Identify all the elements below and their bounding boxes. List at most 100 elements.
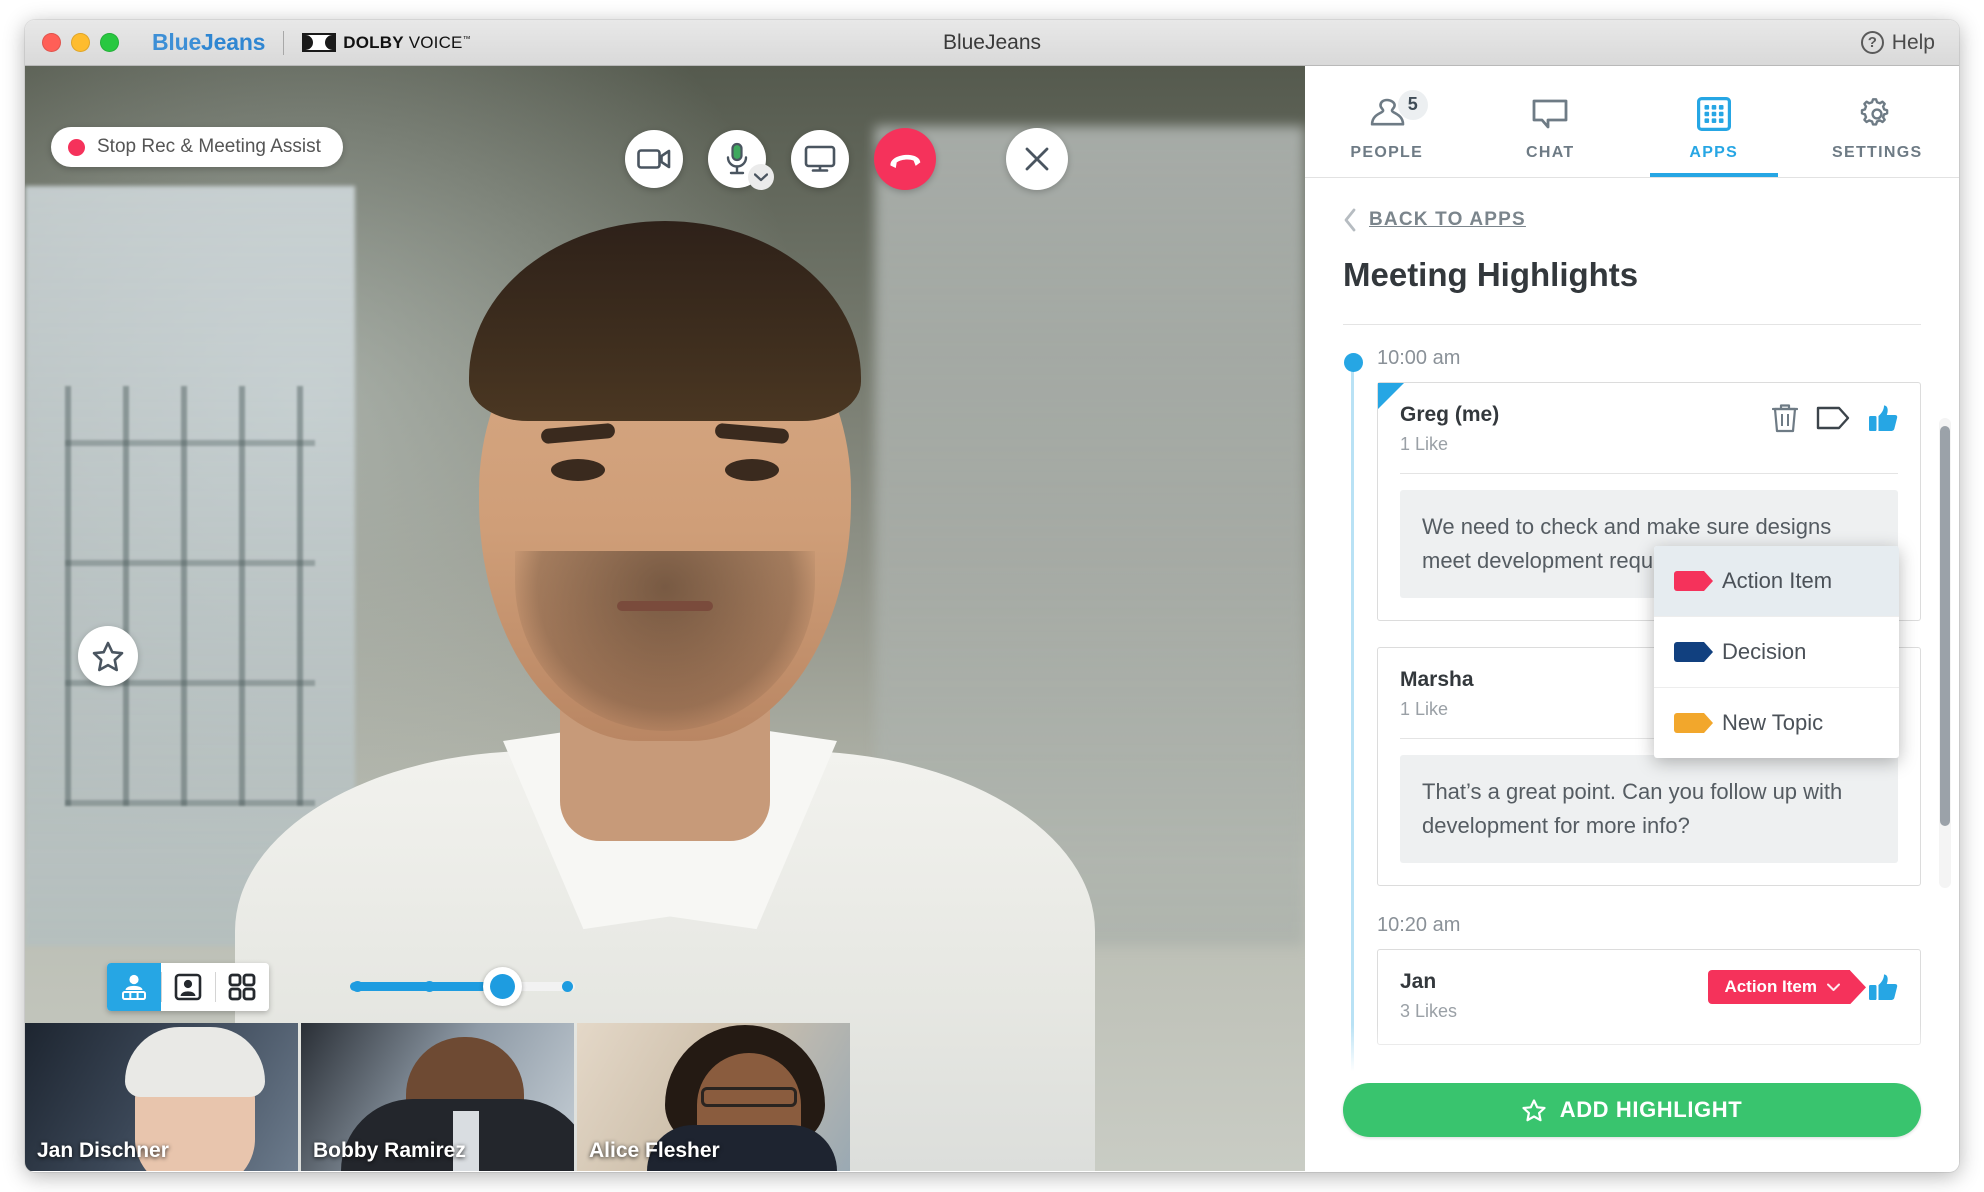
help-label: Help — [1891, 30, 1935, 54]
chevron-left-icon — [1344, 208, 1356, 232]
dolby-double-d-icon — [302, 33, 337, 52]
status-badge[interactable]: Action Item — [1708, 970, 1850, 1005]
scrollbar-thumb[interactable] — [1940, 426, 1950, 826]
tab-people[interactable]: 5 PEOPLE — [1305, 66, 1469, 177]
question-circle-icon: ? — [1860, 31, 1884, 54]
menu-item-label: New Topic — [1722, 710, 1824, 735]
grid-four-icon — [228, 973, 256, 1001]
hangup-button[interactable] — [874, 128, 936, 190]
close-panel-button[interactable] — [1006, 128, 1068, 190]
slider-tick-2[interactable] — [424, 980, 435, 992]
timeline-timestamp: 10:20 am — [1377, 914, 1461, 937]
menu-item-action-item[interactable]: Action Item — [1654, 546, 1899, 617]
back-to-apps-link[interactable]: BACK TO APPS — [1343, 208, 1921, 232]
thumbs-up-icon[interactable] — [1868, 973, 1898, 1001]
slider-thumb[interactable] — [483, 966, 522, 1006]
tag-dropdown-menu[interactable]: Action Item Decision New Topic — [1654, 546, 1899, 758]
tab-chat[interactable]: CHAT — [1469, 66, 1633, 177]
highlight-card[interactable]: Jan 3 Likes Action Item — [1377, 949, 1921, 1046]
tag-icon — [1674, 713, 1704, 733]
screen-share-button[interactable] — [791, 130, 849, 188]
people-count-badge: 5 — [1397, 89, 1428, 120]
panel-footer: ADD HIGHLIGHT — [1305, 1083, 1959, 1171]
highlight-author: Jan — [1400, 970, 1437, 994]
menu-item-new-topic[interactable]: New Topic — [1654, 688, 1899, 758]
highlight-author: Greg (me) — [1400, 403, 1500, 426]
menu-item-decision[interactable]: Decision — [1654, 617, 1899, 688]
timeline-timestamp: 10:00 am — [1377, 347, 1461, 369]
highlight-like-count: 1 Like — [1400, 699, 1449, 720]
chevron-down-icon — [754, 172, 768, 181]
monitor-icon — [804, 145, 836, 172]
video-stage[interactable]: Stop Rec & Meeting Assist Jan Dischner B… — [25, 66, 1305, 1171]
highlight-card-actions — [1772, 403, 1898, 433]
stop-recording-button[interactable]: Stop Rec & Meeting Assist — [51, 127, 343, 167]
help-button[interactable]: ? Help — [1860, 30, 1935, 55]
layout-speaker-with-filmstrip[interactable] — [107, 963, 161, 1011]
tab-apps-label: APPS — [1689, 143, 1739, 161]
stop-recording-label: Stop Rec & Meeting Assist — [97, 136, 321, 157]
panel-tab-bar: 5 PEOPLE CHAT APPS SETTINGS — [1305, 66, 1959, 178]
tab-settings[interactable]: SETTINGS — [1796, 66, 1960, 177]
window-body: Stop Rec & Meeting Assist Jan Dischner B… — [25, 66, 1959, 1171]
star-outline-icon — [1522, 1098, 1546, 1121]
maximize-window-button[interactable] — [100, 33, 119, 52]
highlight-card-actions: Action Item — [1708, 970, 1898, 1005]
brand-blue-text: Blue — [152, 29, 202, 55]
tab-people-label: PEOPLE — [1350, 143, 1424, 161]
window-titlebar: BlueJeans DOLBY VOICE™ BlueJeans ? Help — [25, 20, 1959, 66]
close-x-icon — [1025, 147, 1049, 171]
favorite-speaker-button[interactable] — [78, 626, 138, 686]
timeline-dot — [1344, 353, 1363, 372]
application-window: BlueJeans DOLBY VOICE™ BlueJeans ? Help — [25, 20, 1959, 1172]
highlight-card-header: Jan 3 Likes Action Item — [1400, 970, 1898, 1022]
gear-icon — [1859, 94, 1895, 134]
panel-header: BACK TO APPS Meeting Highlights — [1305, 178, 1959, 325]
person-icon: 5 — [1366, 89, 1428, 134]
filmstrip-tile[interactable]: Bobby Ramirez — [301, 1023, 574, 1171]
highlight-author: Marsha — [1400, 668, 1474, 692]
recording-indicator-icon — [68, 138, 85, 156]
slider-tick-4[interactable] — [562, 980, 573, 992]
brand-jeans-text: Jeans — [201, 29, 266, 55]
dolby-bold-text: DOLBY — [343, 32, 404, 52]
thumbs-up-icon[interactable] — [1868, 404, 1898, 432]
card-divider — [1400, 473, 1898, 474]
dolby-voice-text: DOLBY VOICE™ — [343, 33, 471, 53]
tab-chat-label: CHAT — [1526, 143, 1575, 161]
chat-bubble-icon — [1531, 94, 1569, 134]
slider-tick-1[interactable] — [352, 980, 363, 992]
camera-button[interactable] — [625, 130, 683, 188]
menu-item-label: Decision — [1722, 639, 1807, 664]
microphone-button[interactable] — [708, 130, 774, 190]
filmstrip-tile[interactable]: Jan Dischner — [25, 1023, 298, 1171]
dolby-trademark: ™ — [462, 33, 471, 43]
tab-apps[interactable]: APPS — [1632, 66, 1796, 177]
menu-item-label: Action Item — [1722, 568, 1833, 593]
filmstrip-tile[interactable]: Alice Flesher — [577, 1023, 850, 1171]
dolby-voice-logo: DOLBY VOICE™ — [302, 33, 471, 53]
minimize-window-button[interactable] — [71, 33, 90, 52]
tag-icon — [1674, 642, 1704, 662]
trash-icon[interactable] — [1772, 403, 1798, 433]
add-highlight-button[interactable]: ADD HIGHLIGHT — [1343, 1083, 1921, 1137]
tab-settings-label: SETTINGS — [1832, 143, 1923, 161]
participant-filmstrip: Jan Dischner Bobby Ramirez Alice Flesher — [25, 1023, 850, 1171]
participant-name: Jan Dischner — [37, 1139, 169, 1162]
person-with-filmstrip-icon — [122, 974, 146, 1000]
layout-grid[interactable] — [215, 963, 269, 1011]
layout-single-speaker[interactable] — [161, 963, 215, 1011]
close-window-button[interactable] — [42, 33, 61, 52]
participant-name: Bobby Ramirez — [313, 1139, 466, 1162]
back-to-apps-label: BACK TO APPS — [1369, 209, 1526, 230]
page-title: Meeting Highlights — [1343, 256, 1639, 293]
tag-icon[interactable] — [1816, 406, 1850, 430]
tag-icon — [1674, 571, 1704, 591]
highlight-like-count: 1 Like — [1400, 434, 1449, 454]
microphone-options-button[interactable] — [748, 164, 774, 190]
bluejeans-logo: BlueJeans — [152, 29, 265, 56]
panel-scrollbar[interactable] — [1939, 418, 1951, 888]
tile-size-slider[interactable] — [350, 966, 575, 1006]
chevron-down-icon — [1827, 983, 1840, 991]
layout-switcher — [107, 963, 269, 1011]
